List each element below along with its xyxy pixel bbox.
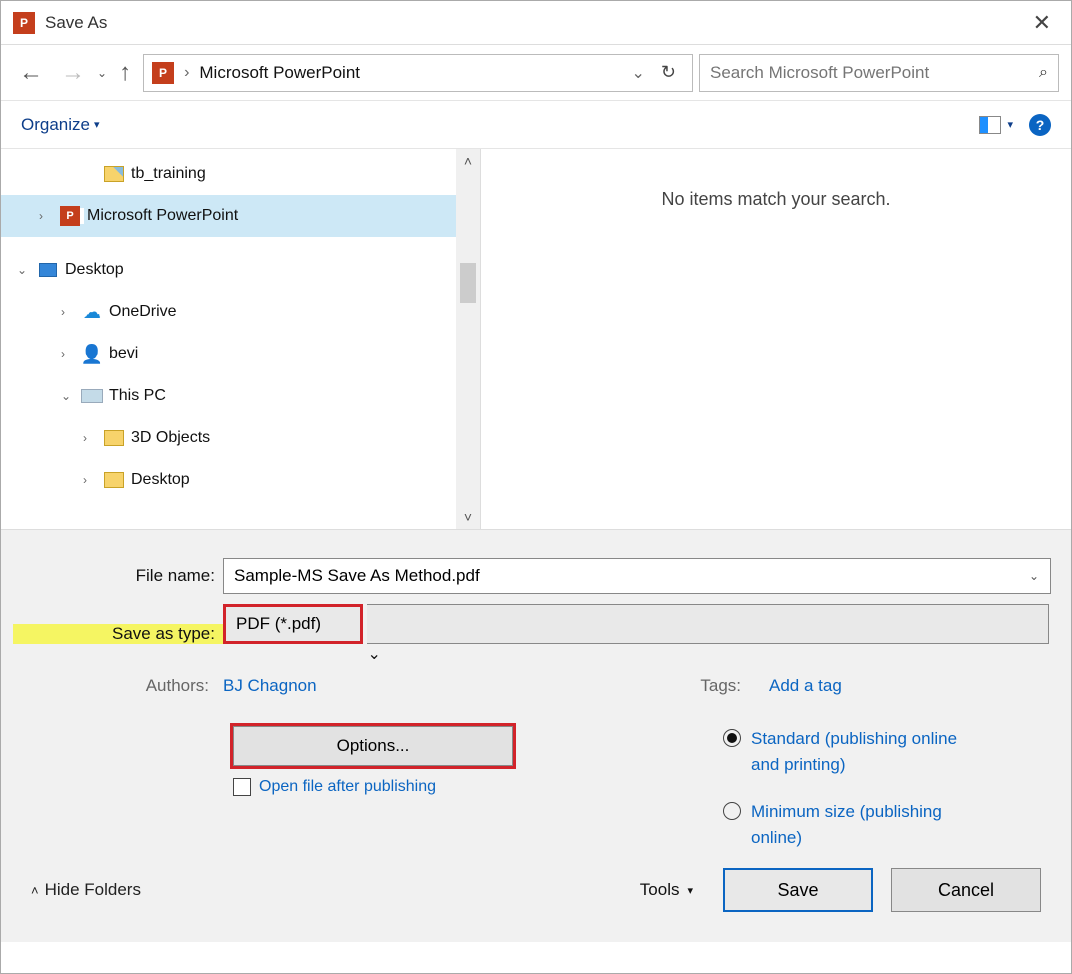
expander-icon[interactable]: › [83,473,97,487]
save-as-type-value[interactable] [226,607,360,641]
optimize-for-group: Standard (publishing online and printing… [723,726,971,850]
cancel-button[interactable]: Cancel [891,868,1041,912]
tree-item-label: Microsoft PowerPoint [87,207,238,225]
desktop-icon [37,259,59,281]
save-button[interactable]: Save [723,868,873,912]
tree-item[interactable]: ⌄ This PC [1,375,456,417]
tree-scrollbar[interactable]: ˄ ˅ [456,149,480,529]
expander-icon[interactable]: › [61,347,75,361]
title-bar: P Save As ✕ [1,1,1071,45]
scroll-up-icon[interactable]: ˄ [464,149,472,173]
tree-item[interactable]: › ☁ OneDrive [1,291,456,333]
organize-menu[interactable]: Organize ▾ [21,115,100,135]
folder-icon [103,427,125,449]
tree-item[interactable]: › 3D Objects [1,417,456,459]
open-after-publish-checkbox[interactable] [233,778,251,796]
forward-button[interactable]: → [55,55,91,91]
tags-label: Tags: [700,676,741,695]
folder-tree[interactable]: tb_training › P Microsoft PowerPoint ⌄ Deskto… [1,149,456,529]
tree-item-label: Desktop [131,471,190,489]
tree-item[interactable]: › 👤 bevi [1,333,456,375]
tree-item-label: bevi [109,345,138,363]
filename-input[interactable] [223,558,1051,594]
powerpoint-icon: P [13,12,35,34]
tree-item-label: This PC [109,387,166,405]
save-as-type-label: Save as type: [13,624,223,644]
expander-icon[interactable]: ⌄ [17,263,31,277]
tree-item-label: OneDrive [109,303,177,321]
chevron-right-icon: › [184,64,189,82]
chevron-down-icon[interactable]: ⌄ [1029,569,1039,583]
chevron-down-icon: ▾ [94,118,100,131]
tools-menu[interactable]: Tools ▾ [640,880,693,900]
refresh-button[interactable]: ↻ [653,58,684,87]
toolbar: Organize ▾ ▾ ? [1,101,1071,149]
back-button[interactable]: ← [13,55,49,91]
optimize-standard-radio[interactable] [723,729,741,747]
filename-label: File name: [13,566,223,586]
chevron-down-icon: ▾ [687,884,693,897]
scroll-down-icon[interactable]: ˅ [464,505,472,529]
chevron-down-icon: ▾ [1007,118,1013,131]
hide-folders-label: Hide Folders [45,880,141,900]
expander-icon[interactable]: ⌄ [61,389,75,403]
bottom-panel: File name: ⌄ Save as type: ⌄ Authors: BJ… [1,529,1071,942]
powerpoint-icon: P [59,205,81,227]
history-dropdown[interactable]: ⌄ [97,66,107,80]
authors-label: Authors: [146,676,209,695]
save-as-type-dropdown[interactable] [223,604,363,644]
search-input[interactable] [710,63,1039,83]
tags-value[interactable]: Add a tag [769,676,1059,696]
breadcrumb-bar[interactable]: P › Microsoft PowerPoint ⌄ ↻ [143,54,693,92]
tree-item-label: 3D Objects [131,429,210,447]
authors-value[interactable]: BJ Chagnon [223,676,317,696]
onedrive-icon: ☁ [81,301,103,323]
search-icon[interactable]: ⌕ [1039,64,1048,82]
up-button[interactable]: ↑ [113,55,137,91]
breadcrumb-location[interactable]: Microsoft PowerPoint [199,63,360,83]
chevron-up-icon: ˄ [31,883,39,898]
search-box[interactable]: ⌕ [699,54,1059,92]
tools-label: Tools [640,880,680,900]
expander-icon[interactable]: › [83,431,97,445]
optimize-standard-label[interactable]: Standard (publishing online and printing… [751,726,971,777]
tree-item-label: Desktop [65,261,124,279]
chevron-down-icon[interactable]: ⌄ [632,63,645,83]
organize-label: Organize [21,115,90,135]
content-area: tb_training › P Microsoft PowerPoint ⌄ Deskto… [1,149,1071,529]
close-button[interactable]: ✕ [1025,10,1059,36]
scroll-thumb[interactable] [460,263,476,303]
tree-item[interactable]: ⌄ Desktop [1,249,456,291]
breadcrumb-ppt-icon: P [152,62,174,84]
tree-item[interactable]: › Desktop [1,459,456,501]
view-mode-button[interactable]: ▾ [979,116,1013,134]
file-list-pane: No items match your search. [481,149,1071,529]
empty-message: No items match your search. [661,189,890,210]
optimize-minimum-label[interactable]: Minimum size (publishing online) [751,799,971,850]
options-button[interactable]: Options... [233,726,513,766]
open-after-publish-label[interactable]: Open file after publishing [259,778,436,796]
view-mode-icon [979,116,1001,134]
hide-folders-button[interactable]: ˄ Hide Folders [31,880,141,900]
pc-icon [81,385,103,407]
tree-item-label: tb_training [131,165,206,183]
nav-row: ← → ⌄ ↑ P › Microsoft PowerPoint ⌄ ↻ ⌕ [1,45,1071,101]
folder-icon [103,163,125,185]
window-title: Save As [45,13,1025,33]
tree-item[interactable]: › P Microsoft PowerPoint [1,195,456,237]
chevron-down-icon[interactable]: ⌄ [367,646,380,663]
optimize-minimum-radio[interactable] [723,802,741,820]
expander-icon[interactable]: › [61,305,75,319]
expander-icon[interactable]: › [39,209,53,223]
help-button[interactable]: ? [1029,114,1051,136]
folder-icon [103,469,125,491]
tree-item[interactable]: tb_training [1,153,456,195]
user-icon: 👤 [81,343,103,365]
